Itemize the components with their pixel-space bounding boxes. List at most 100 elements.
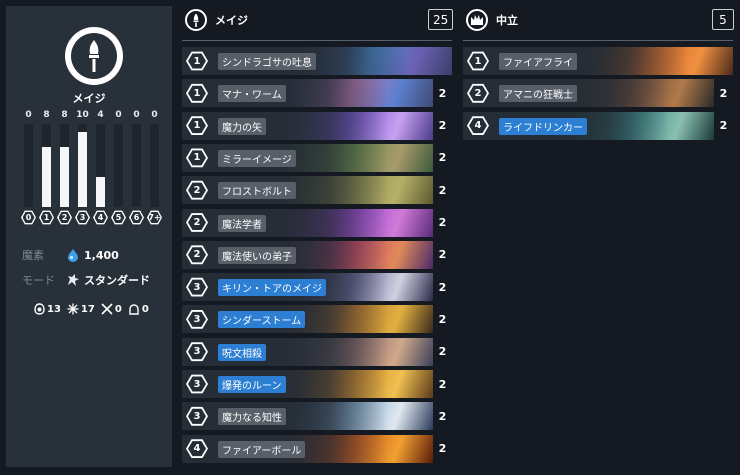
- class-name: メイジ: [72, 92, 106, 105]
- card-name: ファイアフライ: [499, 53, 577, 70]
- mana-curve: 0 0 8 1 8 2 10 3 4 4 0 5 0 6 0 7+: [21, 110, 168, 228]
- card-name: アマニの狂戦士: [499, 85, 577, 103]
- neutral-card-count: 5: [712, 9, 734, 30]
- card-quantity: 2: [433, 273, 452, 302]
- hero-count: 0: [141, 303, 149, 315]
- mana-curve-track: [42, 124, 51, 207]
- mana-curve-bar: [78, 132, 87, 207]
- minion-count: 13: [47, 303, 61, 315]
- mana-curve-track: [114, 124, 123, 207]
- card-row[interactable]: 3 魔力なる知性 2: [182, 402, 452, 431]
- card-cost: 3: [188, 376, 206, 392]
- card-name: ライフドリンカー: [499, 117, 587, 135]
- card-art: [283, 370, 433, 398]
- neutral-section-title: 中立: [496, 14, 518, 27]
- spell-icon: [67, 303, 79, 315]
- card-cost-hex: 3: [186, 374, 208, 394]
- neutral-class-icon: [466, 9, 488, 31]
- card-cost-hex: 2: [186, 180, 208, 200]
- card-row[interactable]: 3 爆発のルーン 2: [182, 370, 452, 398]
- card-quantity: 2: [714, 111, 733, 140]
- mana-cost-label: 0: [22, 211, 35, 224]
- mana-curve-bar: [42, 147, 51, 207]
- card-row[interactable]: 1 魔力の矢 2: [182, 111, 452, 140]
- mana-curve-count: 0: [151, 110, 158, 120]
- mana-curve-column: 00: [21, 110, 36, 228]
- card-cost-hex: 1: [467, 51, 489, 71]
- mana-cost-hex: 6: [129, 210, 144, 225]
- card-name: 呪文相殺: [218, 343, 266, 361]
- mana-curve-column: 0 7+: [147, 110, 162, 228]
- card-quantity: 2: [433, 337, 452, 366]
- card-cost: 2: [469, 85, 487, 101]
- mana-cost-label: 7+: [148, 211, 161, 224]
- card-quantity: 2: [433, 111, 452, 140]
- minion-icon: [34, 303, 45, 315]
- card-row[interactable]: 1 ファイアフライ: [463, 47, 733, 75]
- mana-curve-column: 44: [93, 110, 108, 228]
- card-quantity: 2: [433, 305, 452, 334]
- card-name: シンダーストーム: [218, 311, 306, 329]
- card-row[interactable]: 3 呪文相殺 2: [182, 337, 452, 366]
- card-row[interactable]: 2 魔法使いの弟子 2: [182, 240, 452, 269]
- card-cost-hex: 3: [186, 342, 208, 362]
- card-row[interactable]: 3 キリン・トアのメイジ 2: [182, 273, 452, 302]
- card-cost: 2: [188, 214, 206, 231]
- mana-cost-label: 1: [40, 211, 53, 224]
- card-quantity: 2: [433, 402, 452, 431]
- card-art: [283, 240, 433, 269]
- card-row[interactable]: 2 魔法学者 2: [182, 208, 452, 237]
- mana-curve-count: 10: [76, 110, 89, 120]
- dust-icon: [66, 248, 80, 262]
- card-cost-hex: 2: [186, 213, 208, 232]
- mana-cost-label: 2: [58, 211, 71, 224]
- card-quantity: 2: [433, 240, 452, 269]
- mana-curve-track: [60, 124, 69, 207]
- card-art: [283, 434, 433, 463]
- card-row[interactable]: 1 シンドラゴサの吐息: [182, 47, 452, 75]
- mana-curve-column: 82: [57, 110, 72, 228]
- mana-cost-label: 5: [112, 211, 125, 224]
- card-cost-hex: 4: [467, 116, 489, 135]
- neutral-section-divider: [463, 40, 733, 41]
- card-row[interactable]: 2 フロストボルト 2: [182, 176, 452, 205]
- mage-section-divider: [182, 40, 452, 41]
- deck-sidebar: メイジ 0 0 8 1 8 2 10 3 4 4 0 5 0 6 0 7+ 魔素 1,400 モード スタンダ…: [6, 6, 172, 467]
- mana-curve-column: 06: [129, 110, 144, 228]
- card-quantity: 2: [433, 208, 452, 237]
- card-cost: 3: [188, 408, 206, 424]
- mana-curve-track: [132, 124, 141, 207]
- card-row[interactable]: 1 ミラーイメージ 2: [182, 143, 452, 172]
- card-row[interactable]: 4 ファイアーボール 2: [182, 434, 452, 463]
- spell-stat: 17: [67, 303, 95, 315]
- mana-curve-column: 81: [39, 110, 54, 228]
- card-art: [283, 143, 433, 172]
- dust-row: 魔素 1,400: [22, 247, 119, 263]
- minion-stat: 13: [34, 303, 61, 315]
- card-cost-hex: 3: [186, 277, 208, 297]
- card-row[interactable]: 3 シンダーストーム 2: [182, 305, 452, 334]
- hero-stat: 0: [128, 303, 149, 315]
- card-quantity: 2: [433, 176, 452, 205]
- card-row[interactable]: 4 ライフドリンカー 2: [463, 111, 733, 140]
- mage-class-icon: [65, 27, 123, 85]
- dust-label: 魔素: [22, 249, 44, 262]
- mana-curve-count: 0: [133, 110, 140, 120]
- card-row[interactable]: 1 マナ・ワーム 2: [182, 79, 452, 108]
- card-art: [283, 337, 433, 366]
- weapon-icon: [101, 303, 113, 315]
- weapon-stat: 0: [101, 303, 122, 315]
- card-cost-hex: 3: [186, 406, 208, 426]
- mana-curve-count: 8: [43, 110, 50, 120]
- card-cost-hex: 4: [186, 439, 208, 458]
- mana-curve-count: 0: [25, 110, 32, 120]
- mana-cost-hex: 3: [75, 210, 90, 225]
- card-row[interactable]: 2 アマニの狂戦士 2: [463, 79, 733, 108]
- card-name: 魔法使いの弟子: [218, 246, 296, 264]
- dust-value: 1,400: [84, 248, 119, 262]
- card-name: マナ・ワーム: [218, 85, 286, 103]
- mana-curve-track: [78, 124, 87, 207]
- card-name: シンドラゴサの吐息: [218, 53, 316, 70]
- card-name: 魔力の矢: [218, 117, 266, 135]
- card-art: [283, 176, 433, 205]
